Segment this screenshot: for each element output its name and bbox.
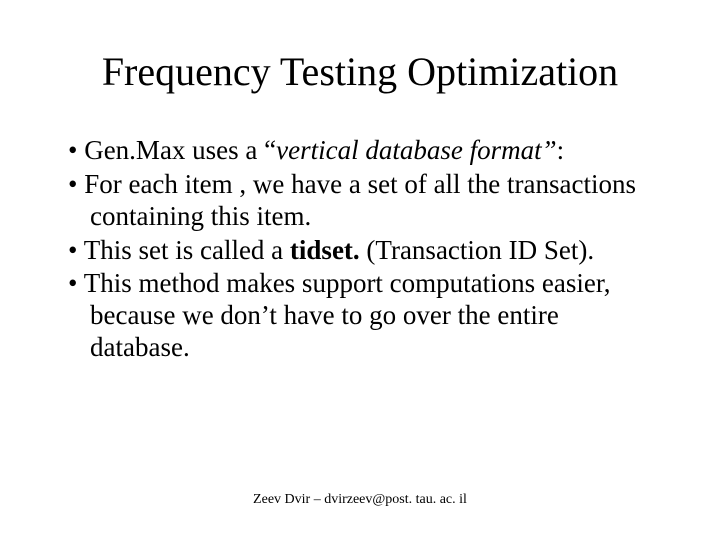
bullet-text-bold: tidset. bbox=[290, 235, 360, 265]
list-item: For each item , we have a set of all the… bbox=[68, 169, 652, 233]
slide-footer: Zeev Dvir – dvirzeev@post. tau. ac. il bbox=[0, 492, 720, 508]
bullet-text-emph: vertical database format” bbox=[276, 135, 556, 165]
slide: Frequency Testing Optimization Gen.Max u… bbox=[0, 0, 720, 540]
bullet-text-pre: Gen.Max uses a “ bbox=[84, 135, 276, 165]
bullet-text-post: (Transaction ID Set). bbox=[360, 235, 594, 265]
list-item: Gen.Max uses a “vertical database format… bbox=[68, 135, 652, 167]
bullet-text-pre: For each item , we have a set of all the… bbox=[84, 169, 636, 231]
list-item: This set is called a tidset. (Transactio… bbox=[68, 235, 652, 267]
bullet-text-pre: This set is called a bbox=[84, 235, 290, 265]
bullet-text-pre: This method makes support computations e… bbox=[84, 268, 611, 362]
list-item: This method makes support computations e… bbox=[68, 268, 652, 364]
bullet-text-post: : bbox=[557, 135, 565, 165]
bullet-list: Gen.Max uses a “vertical database format… bbox=[60, 135, 660, 364]
slide-title: Frequency Testing Optimization bbox=[60, 48, 660, 95]
